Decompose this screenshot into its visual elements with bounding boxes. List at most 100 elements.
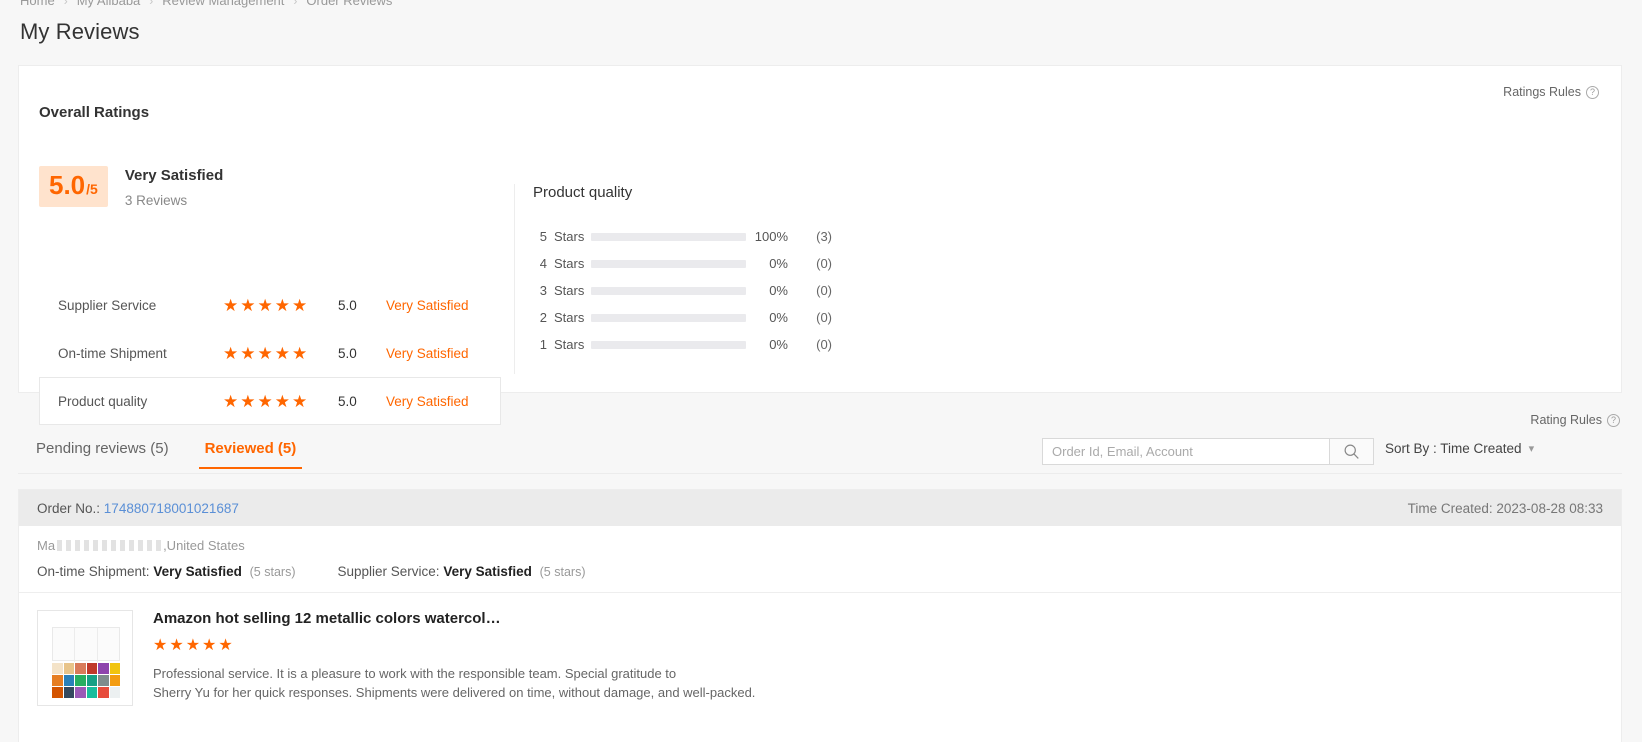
- chart-title: Product quality: [533, 184, 633, 201]
- ratings-rules-label: Ratings Rules: [1503, 85, 1581, 99]
- chart-row: 1 Stars 0% (0): [533, 331, 832, 358]
- overall-ratings-card: Ratings Rules ? Overall Ratings 5.0 /5 V…: [18, 65, 1622, 425]
- breadcrumb-item-my-alibaba[interactable]: My Alibaba: [77, 0, 141, 8]
- subrating-label: Supplier Service:: [337, 564, 440, 579]
- chart-value-label: 100%: [754, 229, 788, 244]
- star-icon: ★: [274, 391, 290, 411]
- subrating-stars: (5 stars): [249, 565, 296, 579]
- chart-row: 2 Stars 0% (0): [533, 304, 832, 331]
- search-button[interactable]: [1329, 438, 1374, 465]
- review-comment: Professional service. It is a pleasure t…: [153, 664, 1113, 702]
- rating-distribution-chart: Product quality 5 Stars 100% (3) 4 Stars…: [514, 184, 832, 374]
- star-icon: ★: [292, 343, 308, 363]
- star-icon: ★: [153, 637, 168, 654]
- breadcrumb-separator-icon: ›: [63, 0, 68, 8]
- metric-row-selected[interactable]: Product quality ★ ★ ★ ★ ★ 5.0 Very Satis…: [39, 377, 501, 425]
- page-title: My Reviews: [20, 19, 140, 44]
- overall-score-label: Very Satisfied: [124, 167, 224, 184]
- help-question-icon[interactable]: ?: [1586, 85, 1599, 99]
- chart-bar-track: [591, 340, 746, 349]
- review-comment-line-1: Professional service. It is a pleasure t…: [153, 666, 677, 681]
- breadcrumb-item-home[interactable]: Home: [20, 0, 55, 8]
- metric-stars: ★ ★ ★ ★ ★: [223, 345, 323, 362]
- star-icon: ★: [240, 343, 256, 363]
- chart-count-label: (3): [816, 229, 832, 244]
- chart-category-number: 1: [539, 337, 547, 352]
- search-icon: [1344, 444, 1359, 459]
- ratings-rules-link[interactable]: Ratings Rules ?: [1503, 85, 1599, 99]
- product-review-row: Amazon hot selling 12 metallic colors wa…: [19, 593, 1621, 706]
- rating-rules-link[interactable]: Rating Rules ?: [1530, 413, 1620, 427]
- chart-value-label: 0%: [769, 283, 788, 298]
- chevron-down-icon: ▾: [1528, 443, 1535, 455]
- overall-score-badge: 5.0 /5: [39, 166, 108, 207]
- star-icon: ★: [257, 391, 273, 411]
- chart-category-number: 2: [539, 310, 547, 325]
- metric-row[interactable]: On-time Shipment ★ ★ ★ ★ ★ 5.0 Very Sati…: [39, 329, 501, 377]
- metric-score: 5.0: [338, 297, 357, 313]
- star-icon: ★: [223, 391, 239, 411]
- star-icon: ★: [223, 295, 239, 315]
- chart-category-label: Stars: [554, 310, 585, 325]
- order-number: Order No.: 174880718001021687: [37, 501, 239, 516]
- chart-category-label: Stars: [554, 337, 585, 352]
- star-icon: ★: [223, 343, 239, 363]
- product-title[interactable]: Amazon hot selling 12 metallic colors wa…: [153, 610, 1603, 627]
- chart-value-label: 0%: [769, 337, 788, 352]
- overall-score-denominator: /5: [86, 181, 98, 197]
- watercolor-swatches: [52, 663, 120, 698]
- star-icon: ★: [274, 295, 290, 315]
- overall-score-block: 5.0 /5 Very Satisfied 3 Reviews: [39, 166, 223, 208]
- order-subratings: On-time Shipment: Very Satisfied (5 star…: [19, 553, 1621, 592]
- metric-word: Very Satisfied: [386, 297, 469, 313]
- tab-pending-reviews[interactable]: Pending reviews (5): [18, 434, 187, 469]
- order-time-created: Time Created: 2023-08-28 08:33: [1407, 500, 1603, 516]
- toolbar-divider: [18, 473, 1622, 474]
- subrating-value: Very Satisfied: [443, 564, 532, 579]
- search-box: [1042, 438, 1374, 465]
- chart-bar-track: [591, 313, 746, 322]
- star-icon: ★: [169, 637, 184, 654]
- sort-by-dropdown[interactable]: Sort By : Time Created ▾: [1385, 441, 1534, 456]
- chart-category-number: 4: [539, 256, 547, 271]
- metric-name: On-time Shipment: [58, 345, 167, 361]
- star-icon: ★: [257, 343, 273, 363]
- metric-row[interactable]: Supplier Service ★ ★ ★ ★ ★ 5.0 Very Sati…: [39, 281, 501, 329]
- buyer-block: Ma ,United States: [19, 526, 1621, 553]
- chart-row: 5 Stars 100% (3): [533, 223, 832, 250]
- chart-count-label: (0): [816, 310, 832, 325]
- breadcrumb-separator-icon: ›: [149, 0, 154, 8]
- metric-word: Very Satisfied: [386, 393, 469, 409]
- breadcrumb-item-order-reviews: Order Reviews: [306, 0, 393, 8]
- order-number-value[interactable]: 174880718001021687: [104, 501, 239, 516]
- subrating-on-time-shipment: On-time Shipment: Very Satisfied (5 star…: [37, 564, 295, 579]
- star-icon: ★: [240, 391, 256, 411]
- metric-stars: ★ ★ ★ ★ ★: [223, 393, 323, 410]
- breadcrumb-item-review-management[interactable]: Review Management: [162, 0, 284, 8]
- chart-bar-track: [591, 232, 746, 241]
- metric-rows: Supplier Service ★ ★ ★ ★ ★ 5.0 Very Sati…: [39, 281, 501, 425]
- overall-ratings-heading: Overall Ratings: [39, 104, 150, 121]
- star-icon: ★: [185, 637, 201, 654]
- metric-word: Very Satisfied: [386, 345, 469, 361]
- chart-row: 4 Stars 0% (0): [533, 250, 832, 277]
- product-rating-stars: ★ ★ ★ ★ ★: [153, 638, 1603, 654]
- chart-bar-track: [591, 286, 746, 295]
- star-icon: ★: [274, 343, 290, 363]
- chart-category-label: Stars: [554, 229, 585, 244]
- buyer-name-prefix: Ma: [37, 538, 56, 553]
- subrating-value: Very Satisfied: [153, 564, 242, 579]
- product-thumbnail[interactable]: [37, 610, 133, 706]
- chart-value-label: 0%: [769, 310, 788, 325]
- watercolor-palette-image: [52, 627, 120, 662]
- chart-value-label: 0%: [769, 256, 788, 271]
- star-icon: ★: [218, 637, 233, 654]
- tab-reviewed[interactable]: Reviewed (5): [187, 434, 315, 469]
- review-comment-line-2: Sherry Yu for her quick responses. Shipm…: [153, 685, 756, 700]
- overall-score-value: 5.0: [49, 170, 86, 200]
- sort-by-label: Sort By : Time Created: [1385, 441, 1522, 456]
- search-input[interactable]: [1042, 438, 1329, 465]
- help-question-icon[interactable]: ?: [1607, 413, 1620, 427]
- chart-bar-track: [591, 259, 746, 268]
- product-info: Amazon hot selling 12 metallic colors wa…: [133, 610, 1603, 706]
